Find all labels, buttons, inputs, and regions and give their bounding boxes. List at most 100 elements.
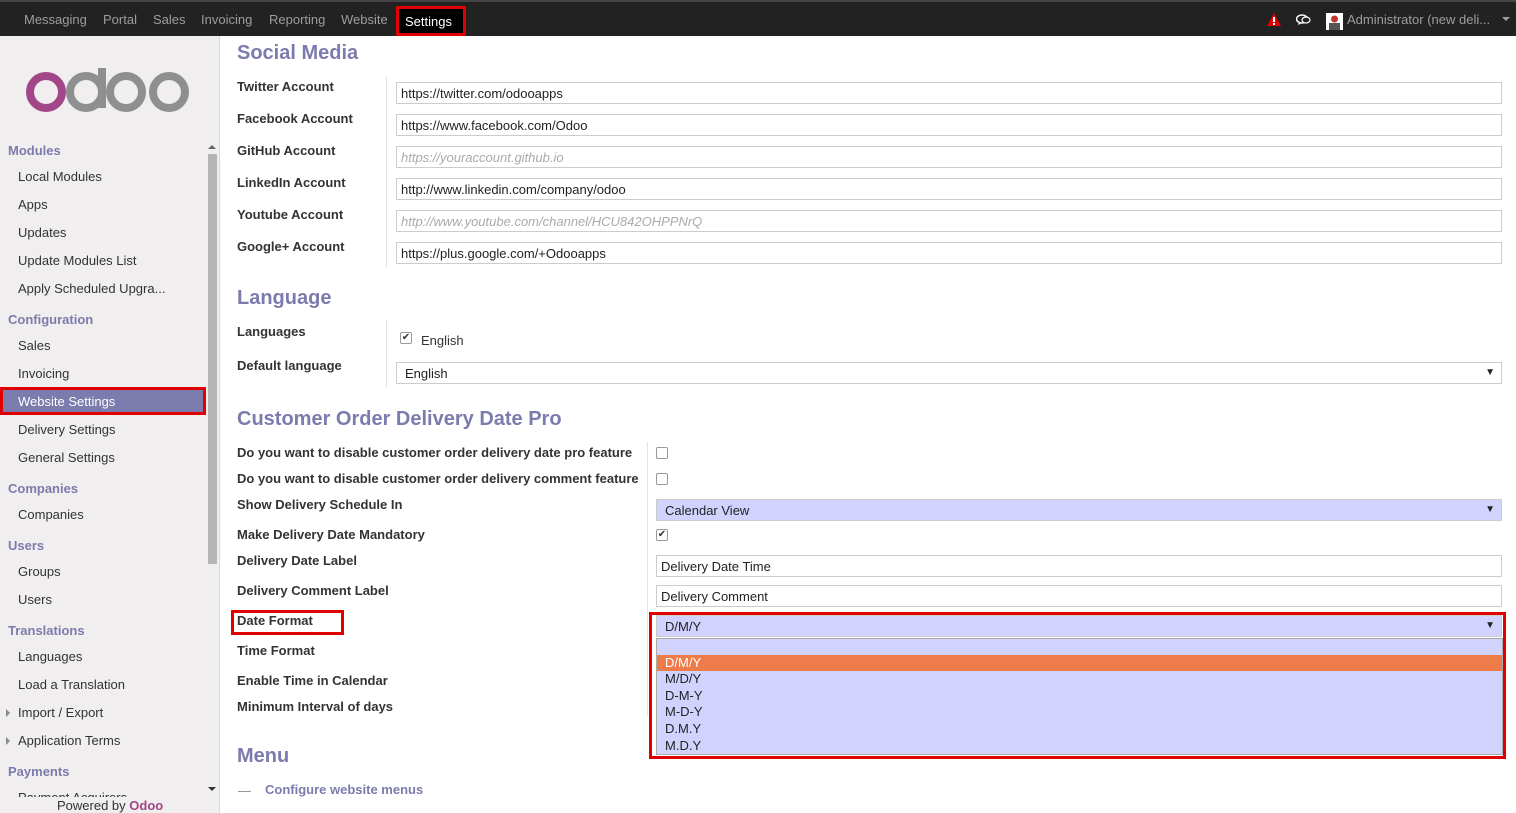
bullet-dash: — bbox=[238, 783, 251, 798]
comment-label-field[interactable]: Delivery Comment bbox=[656, 585, 1502, 607]
sidebar-item-delivery-settings[interactable]: Delivery Settings bbox=[18, 422, 116, 437]
mandatory-checkbox[interactable]: ✔ bbox=[656, 529, 668, 541]
menu-invoicing[interactable]: Invoicing bbox=[201, 12, 252, 27]
powered-by-brand[interactable]: Odoo bbox=[129, 798, 163, 813]
section-title-delivery: Customer Order Delivery Date Pro bbox=[237, 408, 562, 430]
top-navbar: Messaging Portal Sales Invoicing Reporti… bbox=[0, 0, 1516, 36]
sidebar-item-sales[interactable]: Sales bbox=[18, 338, 51, 353]
sidebar-item-application-terms[interactable]: Application Terms bbox=[18, 733, 120, 748]
menu-website[interactable]: Website bbox=[341, 12, 388, 27]
sidebar-item-update-modules-list[interactable]: Update Modules List bbox=[18, 253, 137, 268]
youtube-field[interactable]: http://www.youtube.com/channel/HCU842OHP… bbox=[396, 210, 1502, 232]
sidebar-item-local-modules[interactable]: Local Modules bbox=[18, 169, 102, 184]
sidebar-item-payment-acquirers[interactable]: Payment Acquirers bbox=[18, 790, 127, 797]
caret-right-icon[interactable] bbox=[6, 737, 10, 745]
linkedin-field[interactable]: http://www.linkedin.com/company/odoo bbox=[396, 178, 1502, 200]
chevron-down-icon[interactable] bbox=[1502, 17, 1510, 21]
section-title-language: Language bbox=[237, 287, 332, 309]
sidebar-item-apply-upgrades[interactable]: Apply Scheduled Upgra... bbox=[18, 281, 165, 296]
date-format-label: Date Format bbox=[237, 613, 313, 628]
sidebar-item-languages[interactable]: Languages bbox=[18, 649, 82, 664]
menu-settings-label: Settings bbox=[405, 14, 452, 29]
min-interval-label: Minimum Interval of days bbox=[237, 699, 394, 714]
odoo-logo bbox=[26, 68, 189, 112]
menu-reporting[interactable]: Reporting bbox=[269, 12, 325, 27]
youtube-label: Youtube Account bbox=[237, 207, 344, 222]
section-companies: Companies bbox=[8, 481, 79, 496]
option-mdy-slash[interactable]: M/D/Y bbox=[657, 671, 1502, 687]
default-language-select[interactable]: English ▼ bbox=[396, 362, 1502, 384]
scrollbar-thumb[interactable] bbox=[208, 154, 217, 564]
section-modules: Modules bbox=[8, 143, 61, 158]
time-format-label: Time Format bbox=[237, 643, 315, 658]
sidebar-item-general-settings[interactable]: General Settings bbox=[18, 450, 115, 465]
default-language-label: Default language bbox=[237, 358, 342, 373]
sidebar-item-website-settings[interactable]: Website Settings bbox=[0, 387, 206, 415]
github-field[interactable]: https://youraccount.github.io bbox=[396, 146, 1502, 168]
option-dmy-dot[interactable]: D.M.Y bbox=[657, 721, 1502, 737]
date-label-label: Delivery Date Label bbox=[237, 553, 357, 568]
disable-comment-checkbox[interactable] bbox=[656, 473, 668, 485]
user-menu[interactable]: Administrator (new deli... bbox=[1347, 12, 1490, 27]
powered-by-text: Powered by bbox=[57, 798, 130, 813]
english-label: English bbox=[421, 333, 464, 348]
sidebar-item-updates[interactable]: Updates bbox=[18, 225, 66, 240]
section-title-social: Social Media bbox=[237, 42, 359, 64]
dropdown-caret-icon: ▼ bbox=[1485, 367, 1495, 378]
date-format-value: D/M/Y bbox=[665, 619, 702, 634]
option-mdy-dot[interactable]: M.D.Y bbox=[657, 738, 1502, 754]
option-dmy-dash[interactable]: D-M-Y bbox=[657, 688, 1502, 704]
section-users: Users bbox=[8, 538, 45, 553]
google-field[interactable]: https://plus.google.com/+Odooapps bbox=[396, 242, 1502, 264]
date-label-field[interactable]: Delivery Date Time bbox=[656, 555, 1502, 577]
enable-time-label: Enable Time in Calendar bbox=[237, 673, 388, 688]
scroll-up-icon[interactable] bbox=[208, 145, 216, 149]
disable-feature-checkbox[interactable] bbox=[656, 447, 668, 459]
avatar[interactable] bbox=[1326, 13, 1343, 30]
sidebar-item-import-export[interactable]: Import / Export bbox=[18, 705, 103, 720]
sidebar-item-groups[interactable]: Groups bbox=[18, 564, 61, 579]
section-payments: Payments bbox=[8, 764, 70, 779]
schedule-select[interactable]: Calendar View ▼ bbox=[656, 499, 1502, 521]
default-language-value: English bbox=[405, 366, 448, 381]
divider bbox=[647, 442, 648, 716]
alert-icon[interactable] bbox=[1267, 13, 1281, 26]
date-format-options: D/M/Y M/D/Y D-M-Y M-D-Y D.M.Y M.D.Y bbox=[656, 638, 1503, 755]
facebook-field[interactable]: https://www.facebook.com/Odoo bbox=[396, 114, 1502, 136]
sidebar-item-users[interactable]: Users bbox=[18, 592, 52, 607]
configure-menus-link[interactable]: Configure website menus bbox=[265, 782, 423, 797]
caret-right-icon[interactable] bbox=[6, 709, 10, 717]
twitter-label: Twitter Account bbox=[237, 79, 334, 94]
mandatory-label: Make Delivery Date Mandatory bbox=[237, 527, 425, 542]
powered-by: Powered by Odoo bbox=[57, 798, 163, 813]
sidebar-item-load-translation[interactable]: Load a Translation bbox=[18, 677, 125, 692]
google-label: Google+ Account bbox=[237, 239, 345, 254]
section-translations: Translations bbox=[8, 623, 85, 638]
disable-comment-label: Do you want to disable customer order de… bbox=[237, 471, 639, 486]
menu-settings[interactable]: Settings bbox=[396, 6, 466, 36]
english-checkbox[interactable]: ✔ bbox=[400, 332, 412, 344]
sidebar: Modules Local Modules Apps Updates Updat… bbox=[0, 36, 220, 813]
menu-portal[interactable]: Portal bbox=[103, 12, 137, 27]
option-mdy-dash[interactable]: M-D-Y bbox=[657, 704, 1502, 720]
chat-icon[interactable] bbox=[1296, 14, 1311, 26]
divider bbox=[386, 76, 387, 268]
dropdown-caret-icon: ▼ bbox=[1485, 620, 1495, 631]
scroll-down-icon[interactable] bbox=[208, 787, 216, 791]
sidebar-scrollbar[interactable] bbox=[206, 142, 218, 796]
menu-sales[interactable]: Sales bbox=[153, 12, 186, 27]
twitter-field[interactable]: https://twitter.com/odooapps bbox=[396, 82, 1502, 104]
section-configuration: Configuration bbox=[8, 312, 94, 327]
section-title-menu: Menu bbox=[237, 745, 290, 767]
dropdown-caret-icon: ▼ bbox=[1485, 504, 1495, 515]
date-format-select[interactable]: D/M/Y ▼ bbox=[656, 615, 1502, 637]
divider bbox=[386, 320, 387, 388]
github-label: GitHub Account bbox=[237, 143, 336, 158]
languages-label: Languages bbox=[237, 324, 306, 339]
schedule-label: Show Delivery Schedule In bbox=[237, 497, 403, 512]
sidebar-item-invoicing[interactable]: Invoicing bbox=[18, 366, 69, 381]
sidebar-item-apps[interactable]: Apps bbox=[18, 197, 48, 212]
option-dmy-slash[interactable]: D/M/Y bbox=[657, 655, 1502, 671]
menu-messaging[interactable]: Messaging bbox=[24, 12, 87, 27]
sidebar-item-companies[interactable]: Companies bbox=[18, 507, 84, 522]
